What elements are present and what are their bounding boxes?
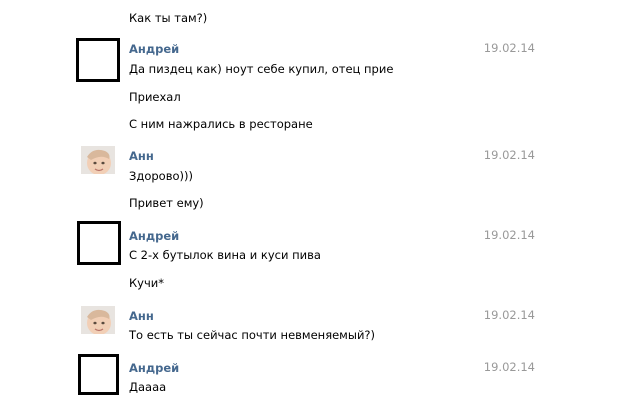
message-date[interactable]: 19.02.14 xyxy=(484,359,535,375)
message-date[interactable]: 19.02.14 xyxy=(484,307,535,323)
user-avatar-photo[interactable] xyxy=(81,306,115,340)
message-date[interactable]: 19.02.14 xyxy=(484,40,535,56)
message-author[interactable]: Анн xyxy=(129,308,154,324)
message-text: С ним нажрались в ресторане xyxy=(129,117,313,131)
message-text: С 2-х бутылок вина и куси пива xyxy=(129,248,321,262)
message-text: Как ты там?) xyxy=(129,11,208,25)
message-author[interactable]: Андрей xyxy=(129,360,179,376)
message-text: Да пиздец как) ноут себе купил, отец при… xyxy=(129,62,394,76)
message-text: Привет ему) xyxy=(129,196,204,210)
message-text: Кучи* xyxy=(129,276,164,290)
message-text: Приехал xyxy=(129,90,181,104)
user-avatar-icon[interactable] xyxy=(76,38,120,82)
message-author[interactable]: Анн xyxy=(129,148,154,164)
baby-photo-icon xyxy=(81,146,115,180)
message-text: То есть ты сейчас почти невменяемый?) xyxy=(129,328,376,342)
message-text: Здорово))) xyxy=(129,169,193,183)
user-avatar-icon[interactable] xyxy=(77,221,121,265)
message-date[interactable]: 19.02.14 xyxy=(484,227,535,243)
message-author[interactable]: Андрей xyxy=(129,228,179,244)
baby-photo-icon xyxy=(81,306,115,340)
user-avatar-icon[interactable] xyxy=(78,354,119,395)
message-text: Даааа xyxy=(129,380,167,394)
message-author[interactable]: Андрей xyxy=(129,41,179,57)
user-avatar-photo[interactable] xyxy=(81,146,115,180)
message-date[interactable]: 19.02.14 xyxy=(484,147,535,163)
